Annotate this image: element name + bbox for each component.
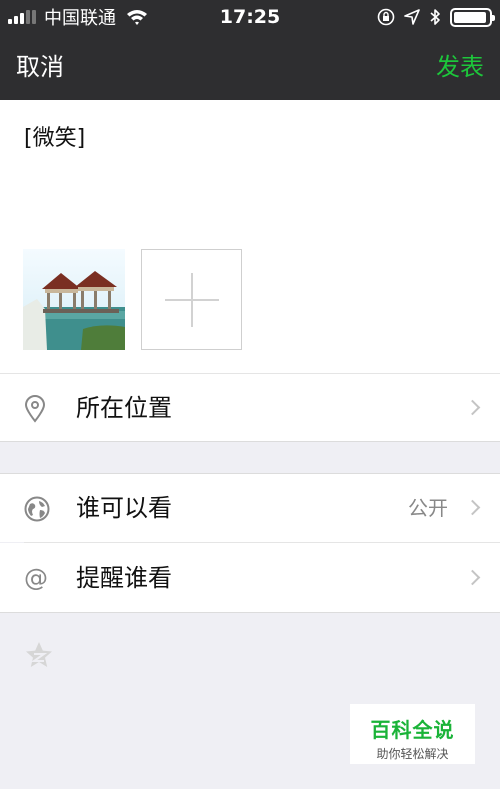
visibility-value: 公开 [408, 496, 448, 520]
add-photo-button[interactable] [141, 249, 242, 350]
location-label: 所在位置 [76, 394, 172, 422]
chevron-right-icon [464, 399, 481, 416]
pavilion-photo [23, 249, 125, 350]
status-bar: 中国联通 17:25 [0, 0, 500, 34]
battery-icon [450, 7, 495, 27]
location-pin-icon [24, 395, 46, 423]
cancel-button[interactable]: 取消 [16, 34, 64, 100]
post-text-input[interactable]: [微笑] [24, 120, 85, 152]
orientation-lock-icon [377, 8, 395, 26]
at-icon: @ [24, 564, 48, 592]
watermark: 百科全说 助你轻松解决 [350, 704, 475, 764]
nav-bar: 取消 发表 [0, 34, 500, 100]
visibility-cell[interactable]: 谁可以看 公开 [0, 474, 500, 542]
visibility-label: 谁可以看 [76, 494, 172, 522]
post-button[interactable]: 发表 [436, 34, 484, 100]
remind-label: 提醒谁看 [76, 564, 172, 592]
star-icon[interactable] [24, 640, 54, 670]
remind-cell[interactable]: @ 提醒谁看 [0, 543, 500, 613]
chevron-right-icon [464, 499, 481, 516]
location-cell[interactable]: 所在位置 [0, 373, 500, 441]
location-arrow-icon [404, 9, 420, 25]
photo-thumbnail[interactable] [23, 249, 125, 350]
status-bar-right [377, 0, 495, 34]
bluetooth-icon [430, 9, 440, 25]
section-gap [0, 441, 500, 474]
watermark-subtitle: 助你轻松解决 [376, 747, 449, 761]
watermark-title: 百科全说 [370, 718, 455, 742]
chevron-right-icon [464, 569, 481, 586]
globe-icon [24, 496, 50, 522]
compose-area: [微笑] [0, 100, 500, 373]
